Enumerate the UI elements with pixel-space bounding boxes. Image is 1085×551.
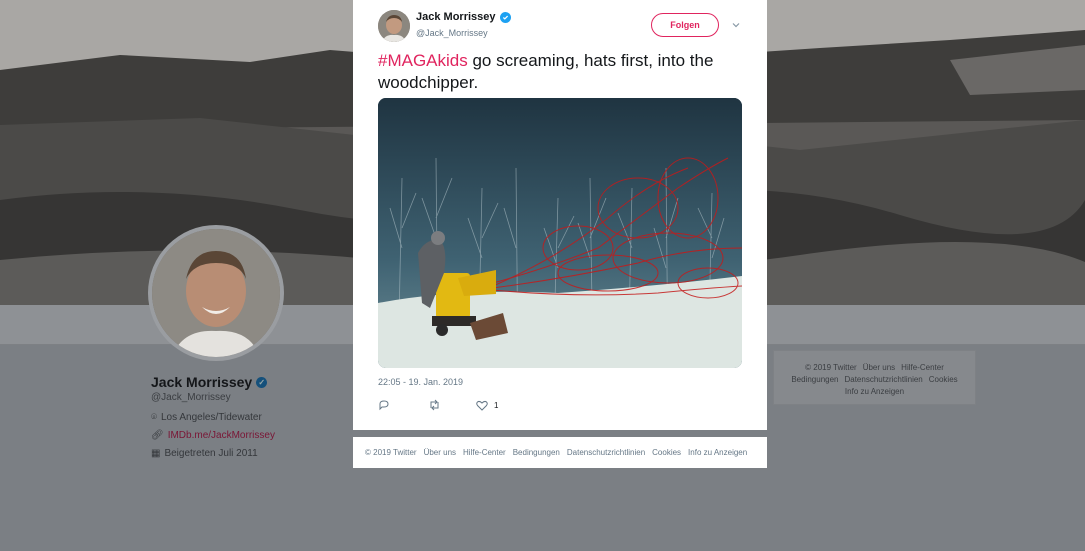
profile-name[interactable]: Jack Morrissey xyxy=(151,374,252,390)
profile-handle[interactable]: @Jack_Morrissey xyxy=(151,392,351,403)
footer-link[interactable]: Cookies xyxy=(929,375,958,384)
hashtag-link[interactable]: #MAGAkids xyxy=(378,51,468,70)
like-button[interactable]: 1 xyxy=(476,400,498,411)
tweet-media-image[interactable] xyxy=(378,98,742,368)
link-icon: 🔗︎ xyxy=(151,430,164,441)
tweet-author-name-row: Jack Morrissey xyxy=(416,11,511,23)
calendar-icon: ▦ xyxy=(151,448,161,459)
tweet-actions: 1 xyxy=(378,398,498,412)
verified-badge-icon xyxy=(499,11,511,23)
heart-icon xyxy=(476,400,488,411)
profile-location-text: Los Angeles/Tidewater xyxy=(161,412,262,423)
tweet-author-name[interactable]: Jack Morrissey xyxy=(416,11,496,23)
modal-footer: © 2019 Twitter Über uns Hilfe-Center Bed… xyxy=(353,437,767,468)
footer-link[interactable]: Über uns xyxy=(424,448,456,457)
footer-link[interactable]: Info zu Anzeigen xyxy=(845,387,904,396)
location-icon: ⌾ xyxy=(151,412,157,423)
retweet-button[interactable] xyxy=(428,399,441,411)
retweet-icon xyxy=(428,399,441,411)
footer-link[interactable]: Über uns xyxy=(863,363,895,372)
footer-link[interactable]: © 2019 Twitter xyxy=(365,448,417,457)
tweet-author-avatar[interactable] xyxy=(378,10,410,42)
follow-button[interactable]: Folgen xyxy=(651,13,719,37)
profile-card: Jack Morrissey ✓ @Jack_Morrissey ⌾ Los A… xyxy=(151,374,351,459)
chevron-down-icon[interactable] xyxy=(731,20,741,30)
profile-name-row: Jack Morrissey ✓ xyxy=(151,374,351,390)
footer-link[interactable]: Bedingungen xyxy=(791,375,838,384)
footer-link[interactable]: Datenschutzrichtlinien xyxy=(844,375,922,384)
tweet-timestamp[interactable]: 22:05 - 19. Jan. 2019 xyxy=(378,377,463,387)
tweet-modal: Jack Morrissey @Jack_Morrissey Folgen #M… xyxy=(353,0,767,430)
tweet-text: #MAGAkids go screaming, hats first, into… xyxy=(378,50,748,94)
footer-link[interactable]: Hilfe-Center xyxy=(901,363,944,372)
profile-website-link[interactable]: IMDb.me/JackMorrissey xyxy=(168,430,275,441)
footer-link[interactable]: Info zu Anzeigen xyxy=(688,448,747,457)
side-footer: © 2019 Twitter Über uns Hilfe-Center Bedin… xyxy=(773,350,976,405)
footer-link[interactable]: Cookies xyxy=(652,448,681,457)
like-count: 1 xyxy=(494,400,499,410)
profile-joined-text: Beigetreten Juli 2011 xyxy=(164,448,258,459)
reply-button[interactable] xyxy=(378,399,390,411)
footer-link[interactable]: © 2019 Twitter xyxy=(805,363,857,372)
profile-avatar-image xyxy=(152,229,280,357)
profile-website: 🔗︎ IMDb.me/JackMorrissey xyxy=(151,430,351,441)
profile-location: ⌾ Los Angeles/Tidewater xyxy=(151,412,351,423)
footer-link[interactable]: Datenschutzrichtlinien xyxy=(567,448,645,457)
footer-link[interactable]: Hilfe-Center xyxy=(463,448,506,457)
verified-badge-icon: ✓ xyxy=(256,376,268,388)
tweet-author-handle[interactable]: @Jack_Morrissey xyxy=(416,28,488,38)
reply-icon xyxy=(378,399,390,411)
profile-avatar[interactable] xyxy=(148,225,284,361)
profile-joined: ▦ Beigetreten Juli 2011 xyxy=(151,448,351,459)
footer-link[interactable]: Bedingungen xyxy=(513,448,560,457)
